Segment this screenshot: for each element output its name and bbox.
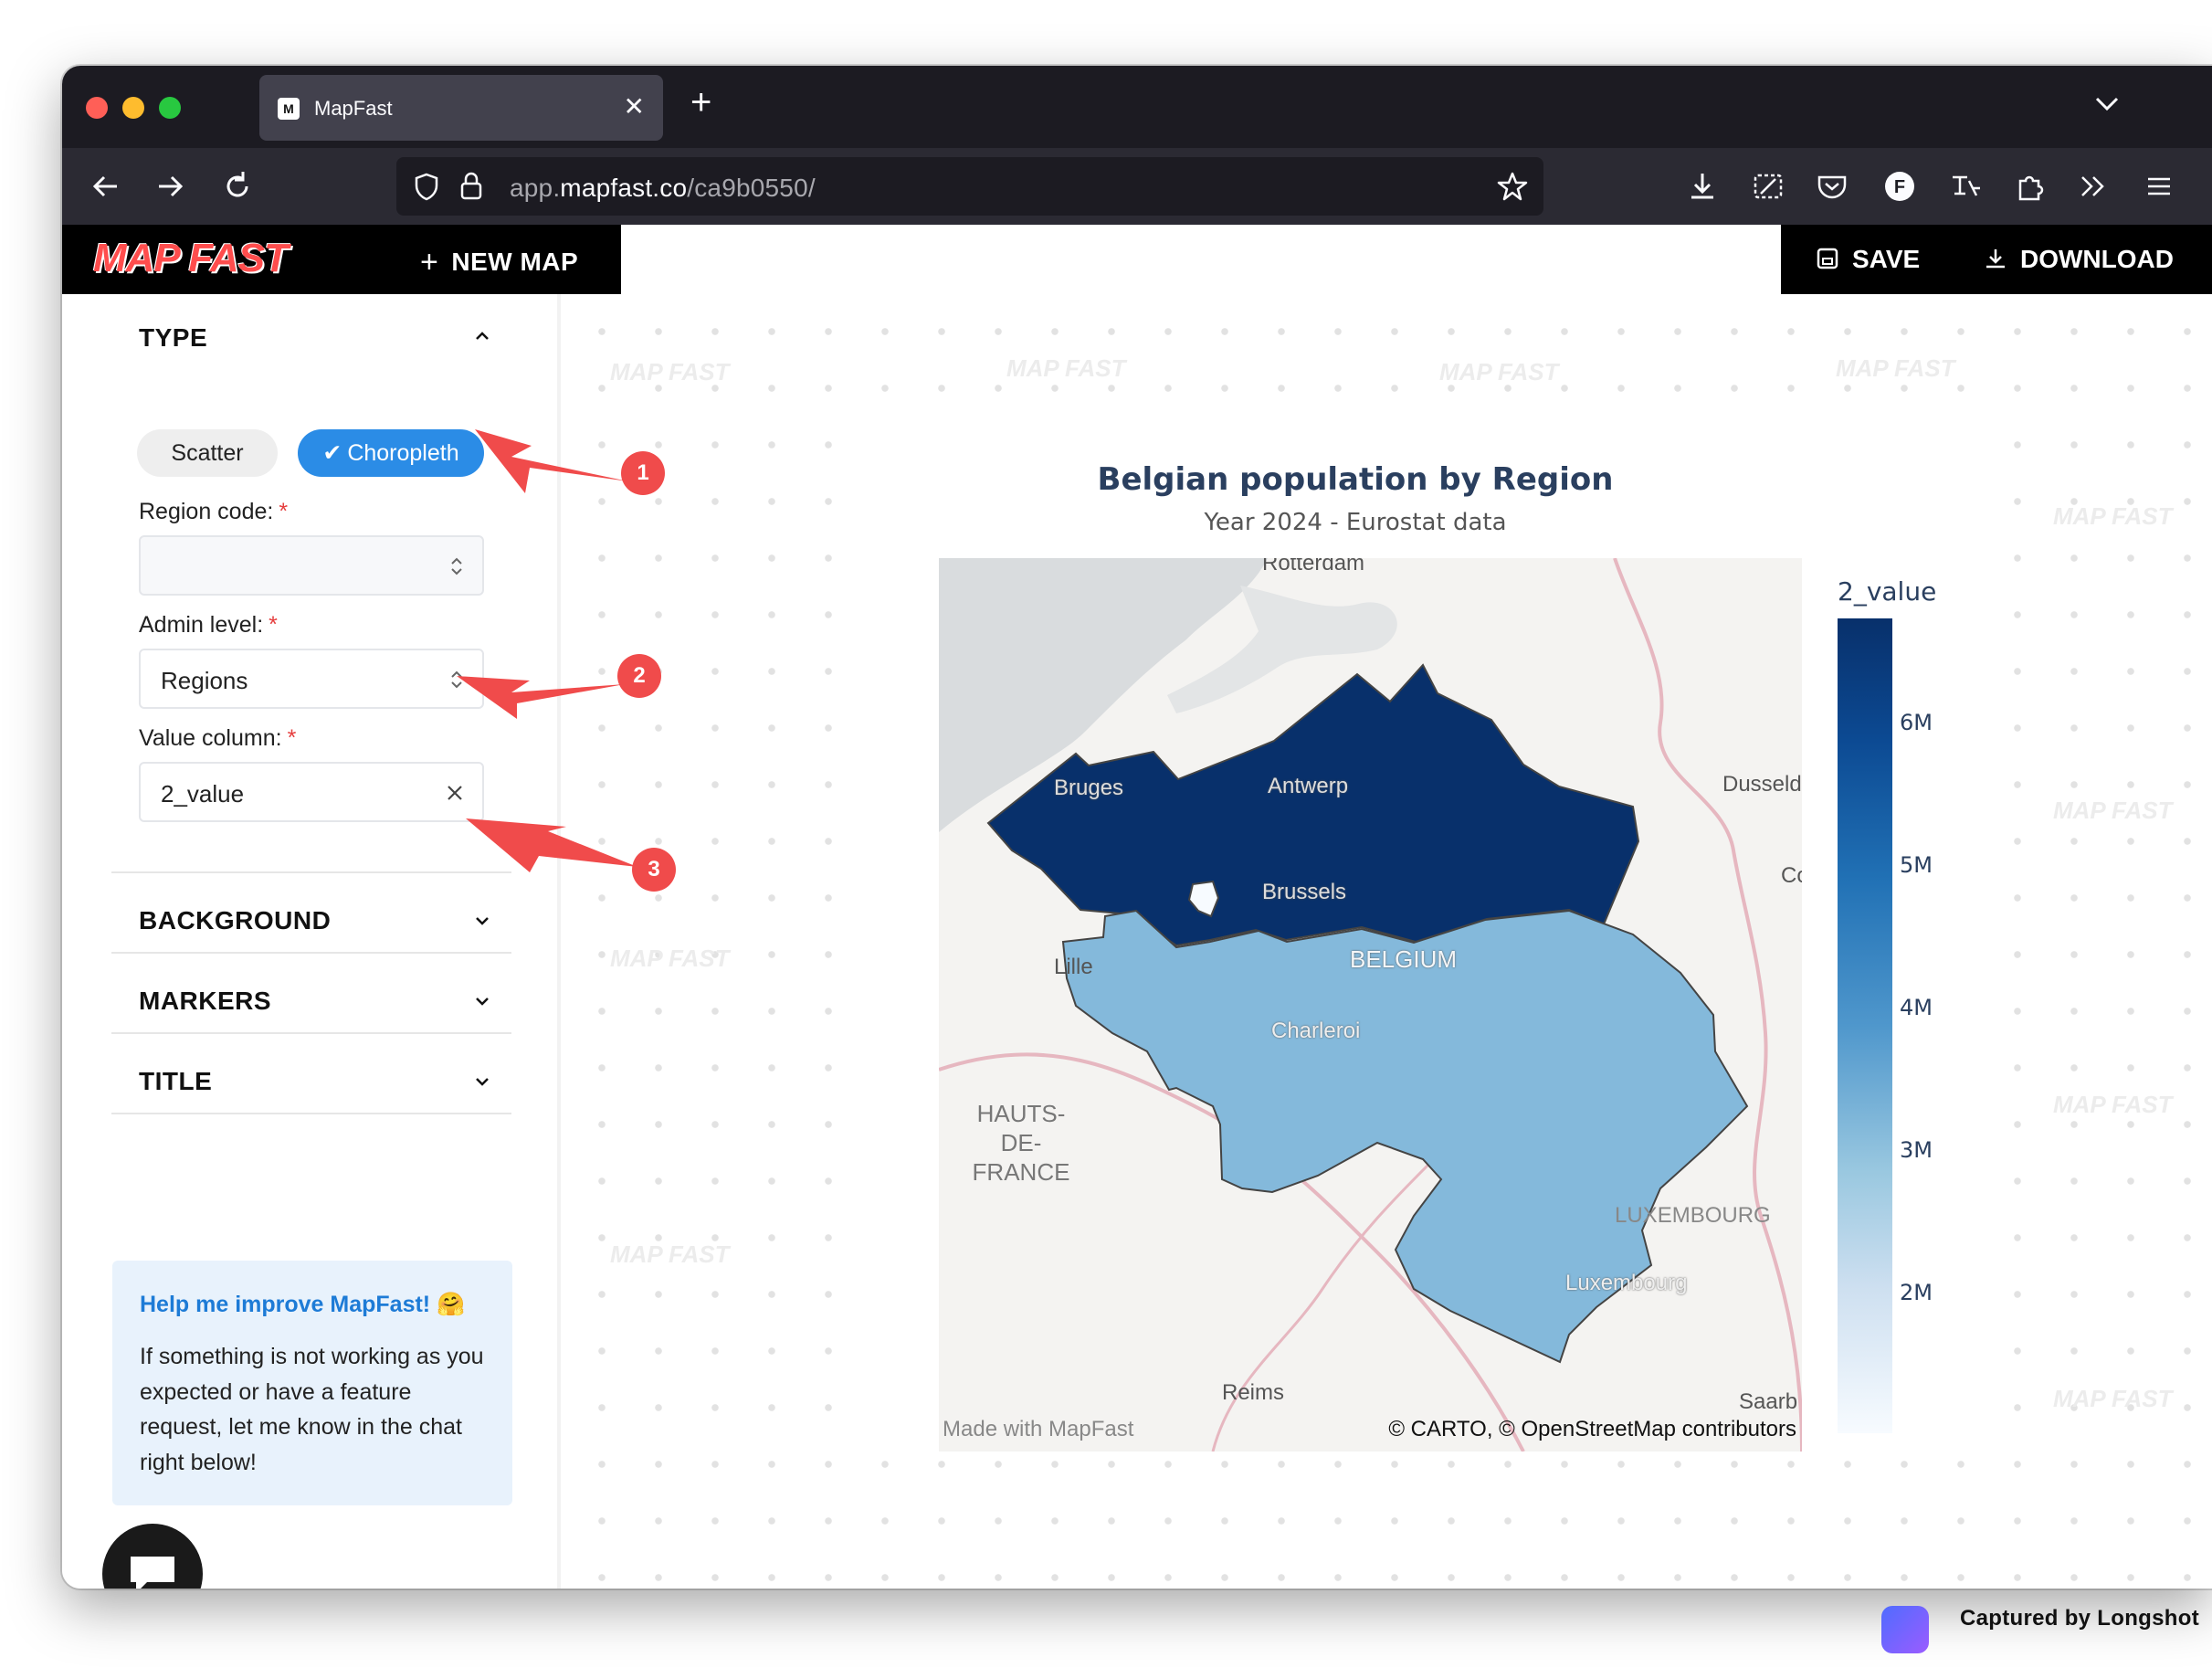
annotation-arrows — [457, 429, 637, 872]
annotation-arrow-1 — [475, 429, 628, 493]
annotation-arrow-3 — [466, 818, 637, 872]
annotation-badge-3: 3 — [632, 848, 676, 892]
longshot-logo-icon — [1881, 1606, 1929, 1653]
annotation-arrow-2 — [457, 676, 625, 719]
screenshot: M MapFast ✕ + app.mapfast.co/ca9b0550/ F… — [0, 0, 2212, 1668]
annotation-badge-1: 1 — [621, 451, 665, 495]
captured-by-label: Captured by Longshot — [1960, 1606, 2199, 1631]
annotation-badge-2: 2 — [617, 654, 661, 698]
